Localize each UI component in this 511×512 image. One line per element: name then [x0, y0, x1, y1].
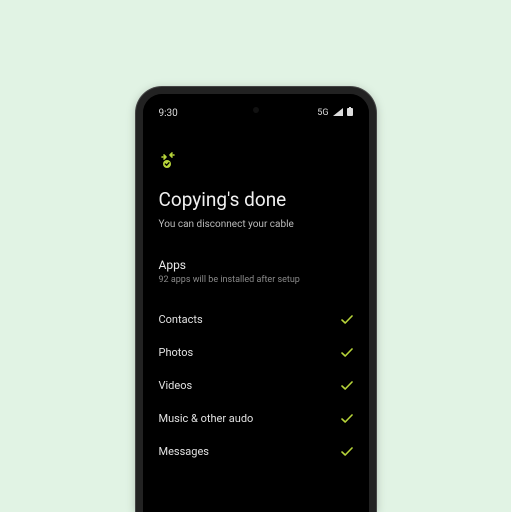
transfer-complete-icon: [159, 150, 353, 174]
network-label: 5G: [317, 108, 328, 118]
page-title: Copying's done: [159, 188, 353, 211]
status-time: 9:30: [159, 108, 178, 119]
page-subtitle: You can disconnect your cable: [159, 219, 353, 230]
signal-icon: [333, 108, 343, 119]
list-item: Photos: [159, 336, 353, 369]
apps-section: Apps 92 apps will be installed after set…: [159, 258, 353, 285]
battery-icon: [347, 107, 353, 119]
check-icon: [341, 414, 353, 424]
list-item-label: Videos: [159, 379, 193, 392]
phone-frame: 9:30 5G Copying's done: [136, 87, 376, 512]
apps-section-title: Apps: [159, 258, 353, 272]
list-item: Videos: [159, 369, 353, 402]
screen: 9:30 5G Copying's done: [143, 94, 369, 512]
apps-section-subtitle: 92 apps will be installed after setup: [159, 275, 353, 285]
check-icon: [341, 381, 353, 391]
check-icon: [341, 348, 353, 358]
list-item: Music & other audo: [159, 402, 353, 435]
list-item: Contacts: [159, 303, 353, 336]
copied-items-list: Contacts Photos Videos Music & other aud…: [159, 303, 353, 468]
list-item-label: Messages: [159, 445, 209, 458]
list-item: Messages: [159, 435, 353, 468]
list-item-label: Photos: [159, 346, 194, 359]
front-camera: [253, 107, 259, 113]
list-item-label: Music & other audo: [159, 412, 254, 425]
list-item-label: Contacts: [159, 313, 203, 326]
check-icon: [341, 315, 353, 325]
check-icon: [341, 447, 353, 457]
status-right: 5G: [317, 107, 352, 119]
